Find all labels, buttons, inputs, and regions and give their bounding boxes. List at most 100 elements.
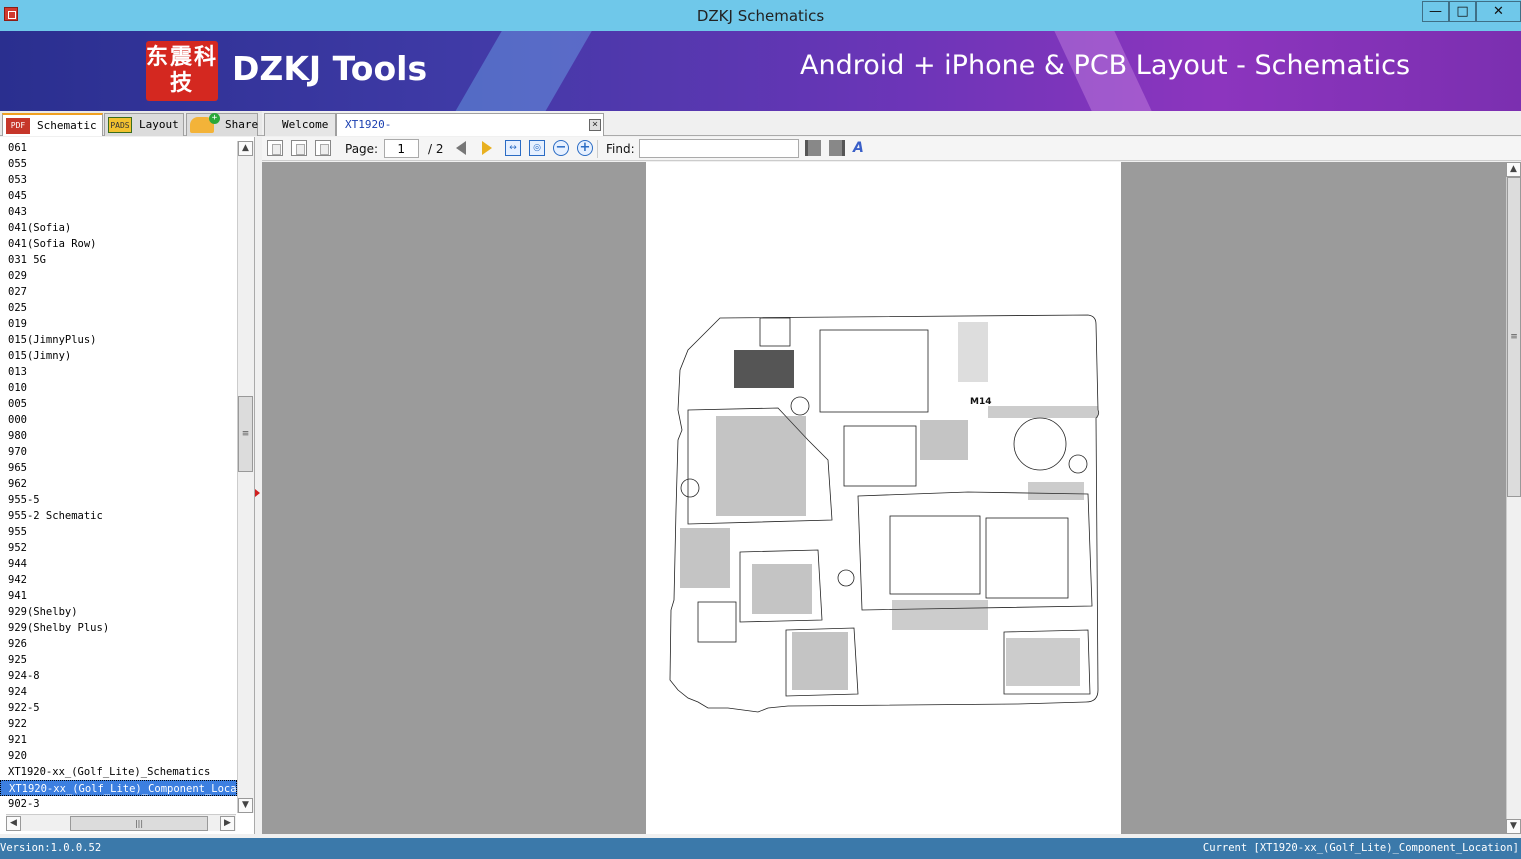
current-document-label: Current [XT1920-xx_(Golf_Lite)_Component… xyxy=(1202,842,1519,854)
highlight-text-icon[interactable]: A xyxy=(853,140,869,156)
open-document-icon[interactable] xyxy=(267,140,283,156)
tree-item[interactable]: 005 xyxy=(0,396,237,412)
tree-item[interactable]: 980 xyxy=(0,428,237,444)
previous-page-icon[interactable] xyxy=(456,141,466,155)
vertical-scrollbar[interactable]: ▲ ≡ ▼ xyxy=(237,141,254,813)
tree-item[interactable]: 041(Sofia Row) xyxy=(0,236,237,252)
tree-item[interactable]: 926 xyxy=(0,636,237,652)
scroll-up-arrow-icon[interactable]: ▲ xyxy=(238,141,253,156)
tree-item[interactable]: 925 xyxy=(0,652,237,668)
find-previous-icon[interactable] xyxy=(805,140,821,156)
tree-item[interactable]: 955-2 Schematic xyxy=(0,508,237,524)
status-bar: Version:1.0.0.52 Current [XT1920-xx_(Gol… xyxy=(0,838,1521,859)
cloud-share-icon xyxy=(190,113,220,133)
tab-label: Share xyxy=(225,118,259,131)
document-page: M14 xyxy=(646,162,1121,834)
fit-width-icon[interactable]: ↔ xyxy=(505,140,521,156)
copy-page-icon[interactable] xyxy=(291,140,307,156)
tree-item[interactable]: 000 xyxy=(0,412,237,428)
next-page-icon[interactable] xyxy=(482,141,492,155)
page-number-input[interactable] xyxy=(384,139,419,158)
find-label: Find: xyxy=(606,142,635,156)
banner-light-streak xyxy=(426,31,604,111)
tree-item[interactable]: 061 xyxy=(0,140,237,156)
tree-item[interactable]: 955 xyxy=(0,524,237,540)
tree-item[interactable]: 015(Jimny) xyxy=(0,348,237,364)
scroll-thumb[interactable]: ≡ xyxy=(238,396,253,472)
minimize-button[interactable]: — xyxy=(1422,1,1449,22)
sidebar-tab-strip: PDF Schematic PADS Layout Share xyxy=(0,111,262,136)
tree-item[interactable]: 942 xyxy=(0,572,237,588)
tree-item[interactable]: 941 xyxy=(0,588,237,604)
tree-item[interactable]: 965 xyxy=(0,460,237,476)
tree-item[interactable]: 924 xyxy=(0,684,237,700)
zoom-out-icon[interactable]: − xyxy=(553,140,569,156)
horizontal-scrollbar[interactable]: ◀ ||| ▶ xyxy=(6,814,236,831)
tab-component-location[interactable]: XT1920-xx_(Golf_Lite)_Component_Location… xyxy=(336,113,604,152)
tree-item[interactable]: 952 xyxy=(0,540,237,556)
tab-label: Layout xyxy=(139,118,179,131)
tree-item[interactable]: 902-3 xyxy=(0,796,237,812)
tree-item[interactable]: 019 xyxy=(0,316,237,332)
tree-item[interactable]: 025 xyxy=(0,300,237,316)
scroll-thumb[interactable]: ||| xyxy=(70,816,208,831)
tree-item[interactable]: 929(Shelby Plus) xyxy=(0,620,237,636)
tab-layout[interactable]: PADS Layout xyxy=(104,113,184,136)
document-viewer[interactable]: M14 xyxy=(262,162,1506,834)
tree-item[interactable]: 955-5 xyxy=(0,492,237,508)
close-button[interactable]: ✕ xyxy=(1476,1,1521,22)
tree-item[interactable]: 013 xyxy=(0,364,237,380)
tree-item[interactable]: 029 xyxy=(0,268,237,284)
tree-item[interactable]: 920 xyxy=(0,748,237,764)
tree-item[interactable]: 043 xyxy=(0,204,237,220)
find-next-icon[interactable] xyxy=(829,140,845,156)
page-label: Page: xyxy=(345,142,379,156)
tree-item[interactable]: 970 xyxy=(0,444,237,460)
tree-item[interactable]: 045 xyxy=(0,188,237,204)
splitter-collapse-icon[interactable] xyxy=(255,489,260,497)
scroll-left-arrow-icon[interactable]: ◀ xyxy=(6,816,21,831)
tree-item[interactable]: 041(Sofia) xyxy=(0,220,237,236)
title-bar: DZKJ Schematics — □ ✕ xyxy=(0,0,1521,31)
tab-close-icon[interactable]: × xyxy=(589,119,601,131)
toolbar-divider xyxy=(597,140,598,158)
tab-label: Schematic xyxy=(37,119,97,132)
pages-icon[interactable] xyxy=(315,140,331,156)
tree-item[interactable]: XT1920-xx_(Golf_Lite)_Component_Location xyxy=(0,780,237,796)
scroll-down-arrow-icon[interactable]: ▼ xyxy=(1506,819,1521,834)
scroll-thumb[interactable]: ≡ xyxy=(1507,177,1521,497)
tree-item[interactable]: 015(JimnyPlus) xyxy=(0,332,237,348)
page-total: / 2 xyxy=(428,142,444,156)
brand-logo: 东震科技 xyxy=(146,41,218,101)
scroll-down-arrow-icon[interactable]: ▼ xyxy=(238,798,253,813)
tree-item[interactable]: 053 xyxy=(0,172,237,188)
tree-item[interactable]: 924-8 xyxy=(0,668,237,684)
tab-welcome[interactable]: Welcome xyxy=(264,113,336,136)
tree-item[interactable]: 010 xyxy=(0,380,237,396)
document-tab-strip: Welcome XT1920-xx_(Golf_Lite)_Component_… xyxy=(262,111,1521,152)
maximize-button[interactable]: □ xyxy=(1449,1,1476,22)
tree-item[interactable]: 922-5 xyxy=(0,700,237,716)
tree-item[interactable]: 962 xyxy=(0,476,237,492)
tree-item[interactable]: 929(Shelby) xyxy=(0,604,237,620)
tab-schematic[interactable]: PDF Schematic xyxy=(2,113,103,136)
banner-tagline: Android + iPhone & PCB Layout - Schemati… xyxy=(800,50,1411,81)
pcb-component-location-drawing: M14 xyxy=(669,314,1100,713)
tree-item[interactable]: 031 5G xyxy=(0,252,237,268)
fit-page-icon[interactable]: ◎ xyxy=(529,140,545,156)
tree-item[interactable]: XT1920-xx_(Golf_Lite)_Schematics xyxy=(0,764,237,780)
tree-item[interactable]: 921 xyxy=(0,732,237,748)
viewer-toolbar: Page: / 2 ↔ ◎ − + Find: A xyxy=(262,137,1521,161)
tree-item[interactable]: 055 xyxy=(0,156,237,172)
viewer-vertical-scrollbar[interactable]: ▲ ≡ ▼ xyxy=(1506,162,1521,834)
zoom-in-icon[interactable]: + xyxy=(577,140,593,156)
tree-item[interactable]: 944 xyxy=(0,556,237,572)
find-input[interactable] xyxy=(639,139,799,158)
scroll-right-arrow-icon[interactable]: ▶ xyxy=(220,816,235,831)
scroll-up-arrow-icon[interactable]: ▲ xyxy=(1506,162,1521,177)
tab-share[interactable]: Share xyxy=(186,113,258,136)
model-tree-panel: 061 055 053 045 043 041(Sofia) 041(Sofia Row) 0… xyxy=(0,137,255,834)
banner: 东震科技 DZKJ Tools Android + iPhone & PCB L… xyxy=(0,31,1521,111)
tree-item[interactable]: 027 xyxy=(0,284,237,300)
tree-item[interactable]: 922 xyxy=(0,716,237,732)
